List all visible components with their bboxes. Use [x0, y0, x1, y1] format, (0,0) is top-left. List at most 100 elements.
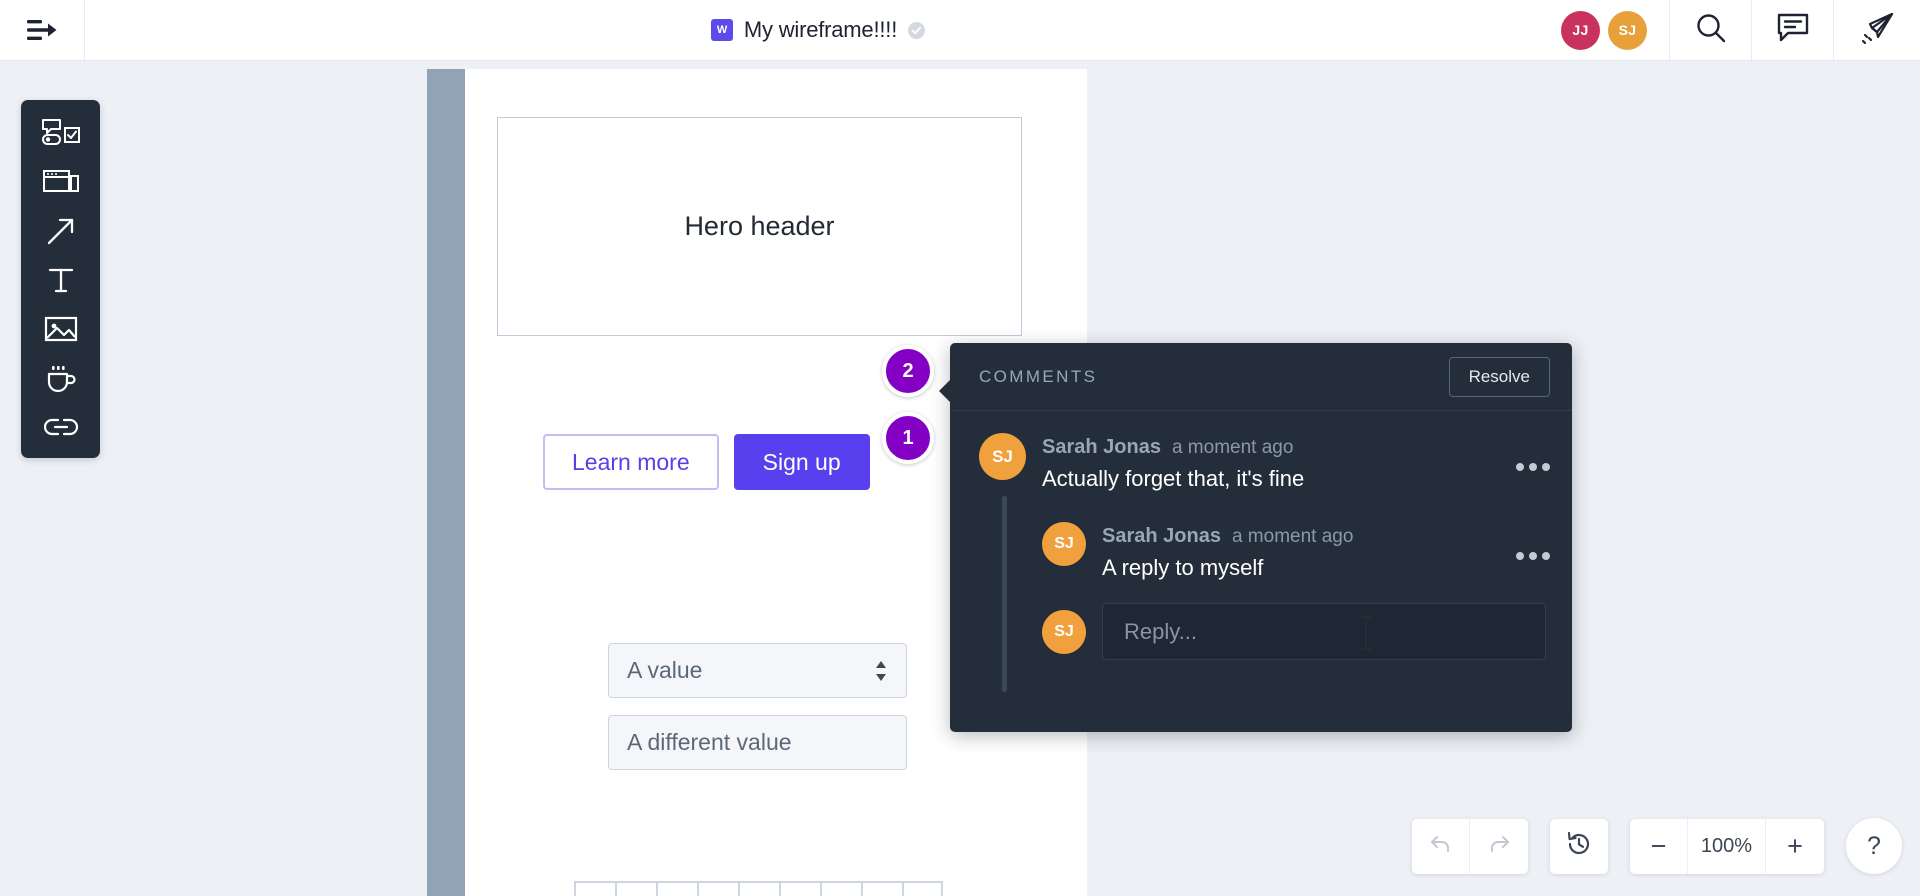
- history-button[interactable]: [1550, 819, 1608, 874]
- search-button[interactable]: [1670, 0, 1752, 60]
- comments-panel-title: COMMENTS: [979, 366, 1098, 386]
- top-bar: W My wireframe!!!! JJ SJ: [0, 0, 1920, 61]
- dot-icon: [1542, 552, 1550, 560]
- arrow-icon: [45, 215, 77, 247]
- components-icon: [41, 118, 81, 148]
- undo-button[interactable]: [1412, 818, 1470, 874]
- comment-author: Sarah Jonas: [1042, 436, 1161, 458]
- comment-icon: [1776, 12, 1810, 49]
- comment-item: SJ Sarah Jonas a moment ago Actually for…: [979, 433, 1550, 492]
- link-icon: [43, 416, 78, 438]
- comment-meta: Sarah Jonas a moment ago: [1042, 436, 1500, 459]
- grid-cell[interactable]: [779, 883, 820, 896]
- avatar[interactable]: JJ: [1561, 10, 1600, 50]
- grid-cell[interactable]: [697, 883, 738, 896]
- zoom-group: − 100% +: [1630, 818, 1824, 874]
- learn-more-button[interactable]: Learn more: [543, 434, 719, 490]
- select-field[interactable]: A value: [608, 643, 907, 698]
- dot-icon: [1516, 552, 1524, 560]
- history-group: [1412, 818, 1528, 874]
- reply-row: SJ Reply...: [1042, 603, 1550, 660]
- zoom-in-button[interactable]: +: [1766, 819, 1824, 874]
- history-icon: [1566, 831, 1592, 862]
- reply-placeholder: Reply...: [1124, 618, 1197, 644]
- search-icon: [1694, 11, 1728, 50]
- app-root: W My wireframe!!!! JJ SJ Hero header Lea…: [0, 0, 1920, 896]
- comment-author: Sarah Jonas: [1102, 525, 1221, 547]
- dot-icon: [1529, 552, 1537, 560]
- check-circle-icon: [908, 21, 926, 39]
- avatar: SJ: [1042, 522, 1086, 566]
- menu-arrow-icon: [25, 17, 59, 43]
- undo-icon: [1429, 833, 1453, 860]
- text-icon: [46, 265, 76, 295]
- tool-palette: [21, 100, 100, 458]
- grid-cell[interactable]: [902, 883, 943, 896]
- comment-options-button[interactable]: [1516, 433, 1550, 492]
- comment-timestamp: a moment ago: [1171, 437, 1294, 458]
- grid-cell[interactable]: [738, 883, 779, 896]
- text-tool[interactable]: [35, 261, 87, 299]
- grid-table[interactable]: [574, 881, 943, 896]
- reply-input[interactable]: Reply...: [1102, 603, 1546, 660]
- frame-tool[interactable]: [35, 163, 87, 201]
- help-button[interactable]: ?: [1846, 818, 1902, 874]
- hero-header-label: Hero header: [684, 211, 835, 241]
- link-tool[interactable]: [35, 408, 87, 446]
- send-icon: [1859, 11, 1895, 50]
- avatar[interactable]: SJ: [1608, 10, 1647, 50]
- collaborator-avatars: JJ SJ: [1551, 0, 1670, 60]
- frame-icon: [42, 167, 80, 197]
- components-tool[interactable]: [35, 114, 87, 152]
- dot-icon: [1542, 463, 1550, 471]
- avatar: SJ: [1042, 609, 1086, 654]
- cup-icon: [45, 363, 77, 393]
- comment-options-button[interactable]: [1516, 522, 1550, 581]
- hero-header-block[interactable]: Hero header: [497, 117, 1022, 336]
- comment-pin[interactable]: 2: [882, 345, 934, 397]
- arrow-tool[interactable]: [35, 212, 87, 250]
- image-icon: [44, 315, 78, 343]
- menu-button[interactable]: [0, 0, 85, 60]
- grid-cell[interactable]: [861, 883, 902, 896]
- version-history-group: [1550, 818, 1608, 874]
- comment-body: Sarah Jonas a moment ago Actually forget…: [1042, 433, 1500, 492]
- zoom-level: 100%: [1688, 818, 1766, 874]
- comment-item: SJ Sarah Jonas a moment ago A reply to m…: [1042, 522, 1550, 581]
- comment-timestamp: a moment ago: [1231, 526, 1354, 547]
- comments-panel: COMMENTS Resolve SJ Sarah Jonas a moment…: [939, 343, 1572, 732]
- stepper-icon: [874, 660, 888, 682]
- comment-text: A reply to myself: [1102, 555, 1264, 580]
- text-input-field[interactable]: A different value: [608, 715, 907, 770]
- comment-body: Sarah Jonas a moment ago A reply to myse…: [1102, 522, 1500, 581]
- grid-cell[interactable]: [820, 883, 861, 896]
- grid-cell[interactable]: [574, 883, 615, 896]
- grid-cell[interactable]: [615, 883, 656, 896]
- plus-icon: +: [1787, 830, 1803, 861]
- comment-text: Actually forget that, it's fine: [1042, 466, 1305, 491]
- comment-meta: Sarah Jonas a moment ago: [1102, 525, 1500, 548]
- page-title[interactable]: My wireframe!!!!: [744, 17, 897, 43]
- avatar: SJ: [979, 433, 1026, 480]
- redo-button[interactable]: [1470, 819, 1528, 874]
- dot-icon: [1529, 463, 1537, 471]
- document-title-group: W My wireframe!!!!: [85, 0, 1551, 60]
- dot-icon: [1516, 463, 1524, 471]
- comments-button[interactable]: [1752, 0, 1834, 60]
- comments-panel-header: COMMENTS Resolve: [950, 343, 1572, 411]
- thread-connector: [1002, 496, 1007, 692]
- comment-pin[interactable]: 1: [882, 412, 934, 464]
- zoom-out-button[interactable]: −: [1630, 818, 1688, 874]
- text-cursor-icon: [1360, 616, 1372, 650]
- sticky-tool[interactable]: [35, 359, 87, 397]
- resolve-button[interactable]: Resolve: [1448, 356, 1550, 397]
- send-button[interactable]: [1834, 0, 1920, 60]
- redo-icon: [1487, 833, 1511, 860]
- image-tool[interactable]: [35, 310, 87, 348]
- guide-left: [427, 69, 465, 896]
- select-field-value: A value: [627, 657, 703, 683]
- comments-thread: SJ Sarah Jonas a moment ago Actually for…: [950, 411, 1572, 692]
- bottom-bar: − 100% + ?: [1412, 818, 1902, 874]
- sign-up-button[interactable]: Sign up: [733, 434, 870, 490]
- grid-cell[interactable]: [656, 883, 697, 896]
